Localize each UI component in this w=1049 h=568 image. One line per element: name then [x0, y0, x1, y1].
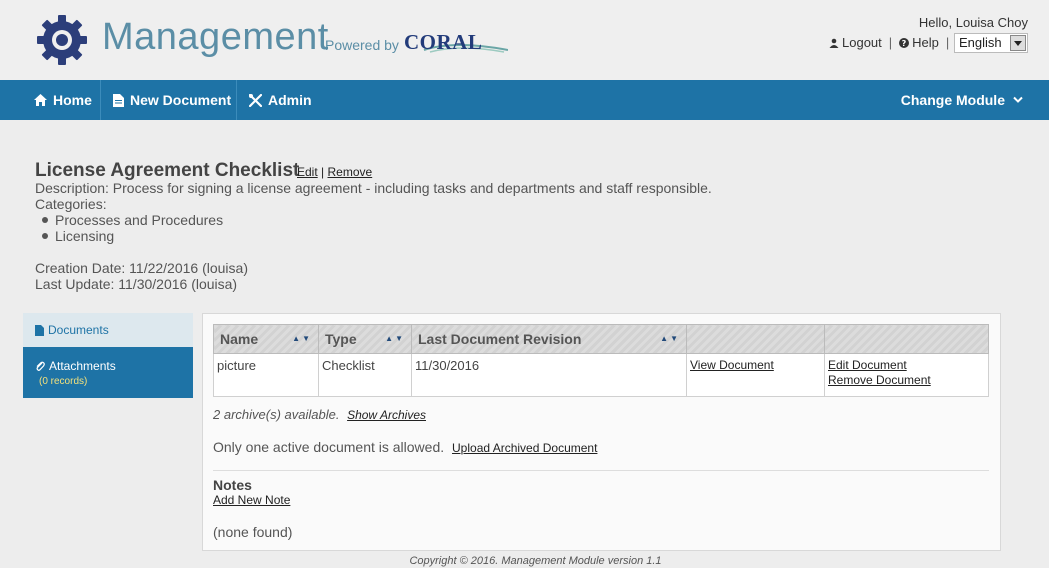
- cell-name: picture: [213, 353, 319, 397]
- category-item: Processes and Procedures: [41, 212, 224, 228]
- paperclip-icon: [36, 361, 45, 371]
- language-select[interactable]: English: [954, 33, 1028, 53]
- column-header-name[interactable]: Name ▲▼: [213, 324, 319, 354]
- sidebar-tab-documents[interactable]: Documents: [23, 313, 193, 347]
- document-icon: [113, 93, 124, 107]
- gear-logo-icon: [37, 15, 87, 65]
- table-header-row: Name ▲▼ Type ▲▼ Last Document Revision ▲…: [213, 324, 989, 354]
- help-label: Help: [912, 35, 939, 50]
- nav-new-document[interactable]: New Document: [113, 80, 231, 120]
- question-circle-icon: ?: [899, 37, 910, 48]
- cell-revision: 11/30/2016: [411, 353, 687, 397]
- page-title: License Agreement Checklist: [35, 160, 300, 181]
- cell-view: View Document: [686, 353, 825, 397]
- remove-document-link[interactable]: Remove Document: [828, 373, 985, 388]
- change-module-label: Change Module: [900, 92, 1005, 108]
- nav-divider: [236, 80, 237, 120]
- sort-arrows-icon[interactable]: ▲▼: [660, 334, 680, 343]
- sort-arrows-icon[interactable]: ▲▼: [385, 334, 405, 343]
- upload-info: Only one active document is allowed. Upl…: [213, 439, 597, 455]
- edit-link[interactable]: Edit: [297, 165, 318, 179]
- title-actions: Edit | Remove: [297, 165, 372, 179]
- upload-archived-document-link[interactable]: Upload Archived Document: [452, 441, 597, 455]
- top-header: Management Powered by CORAL Hello, Louis…: [0, 0, 1049, 80]
- nav-new-document-label: New Document: [130, 92, 232, 108]
- nav-home-label: Home: [53, 92, 92, 108]
- add-new-note-link[interactable]: Add New Note: [213, 493, 290, 507]
- main-navbar: Home New Document Admin Change Module: [0, 80, 1049, 120]
- category-item: Licensing: [41, 228, 223, 244]
- remove-link[interactable]: Remove: [328, 165, 373, 179]
- archives-info: 2 archive(s) available. Show Archives: [213, 407, 426, 422]
- user-greeting: Hello, Louisa Choy: [918, 15, 1028, 30]
- logout-link[interactable]: Logout: [829, 35, 882, 50]
- creation-date: Creation Date: 11/22/2016 (louisa): [35, 260, 248, 276]
- change-module-dropdown[interactable]: Change Module: [901, 80, 1023, 120]
- column-header-actions: [824, 324, 989, 354]
- logout-label: Logout: [842, 35, 882, 50]
- top-links: Logout | ? Help |: [829, 35, 956, 50]
- app-title: Management: [102, 16, 329, 58]
- tools-icon: [249, 93, 262, 107]
- svg-text:?: ?: [902, 39, 907, 48]
- help-link[interactable]: ? Help: [899, 35, 939, 50]
- link-separator: |: [945, 35, 950, 50]
- sort-arrows-icon[interactable]: ▲▼: [292, 334, 312, 343]
- attachments-count: (0 records): [39, 376, 88, 387]
- powered-by-label: Powered by: [325, 37, 399, 53]
- show-archives-link[interactable]: Show Archives: [347, 408, 426, 422]
- archives-text: 2 archive(s) available.: [213, 407, 340, 422]
- document-icon: [35, 324, 44, 336]
- language-value: English: [959, 35, 1002, 50]
- table-row: picture Checklist 11/30/2016 View Docume…: [213, 353, 989, 397]
- title-link-separator: |: [321, 165, 325, 179]
- column-header-type[interactable]: Type ▲▼: [318, 324, 412, 354]
- categories-list: Processes and Procedures Licensing: [41, 212, 224, 244]
- coral-brand-logo: CORAL: [404, 30, 483, 54]
- user-icon: [829, 38, 839, 48]
- footer-copyright: Copyright © 2016. Management Module vers…: [409, 555, 662, 567]
- nav-divider: [100, 80, 101, 120]
- last-update-date: Last Update: 11/30/2016 (louisa): [35, 276, 238, 292]
- sidebar-tab-attachments[interactable]: Attachments (0 records): [23, 347, 193, 398]
- chevron-down-icon[interactable]: [1010, 35, 1026, 51]
- column-header-last-revision[interactable]: Last Document Revision ▲▼: [411, 324, 687, 354]
- view-document-link[interactable]: View Document: [690, 358, 821, 373]
- nav-admin-label: Admin: [268, 92, 312, 108]
- link-separator: |: [888, 35, 893, 50]
- description-text: Description: Process for signing a licen…: [35, 180, 712, 196]
- categories-label: Categories:: [35, 196, 107, 212]
- edit-document-link[interactable]: Edit Document: [828, 358, 985, 373]
- sidebar-tab-attachments-label: Attachments: [49, 359, 116, 373]
- section-divider: [213, 470, 989, 471]
- column-header-view: [686, 324, 825, 354]
- notes-heading: Notes: [213, 477, 252, 493]
- notes-empty-text: (none found): [213, 524, 293, 540]
- documents-table: Name ▲▼ Type ▲▼ Last Document Revision ▲…: [213, 324, 989, 397]
- sidebar-tab-documents-label: Documents: [48, 323, 109, 337]
- home-icon: [34, 94, 47, 106]
- cell-actions: Edit Document Remove Document: [824, 353, 989, 397]
- nav-admin[interactable]: Admin: [249, 80, 312, 120]
- chevron-down-icon: [1013, 96, 1023, 103]
- documents-panel: Name ▲▼ Type ▲▼ Last Document Revision ▲…: [202, 313, 1001, 551]
- cell-type: Checklist: [318, 353, 412, 397]
- nav-home[interactable]: Home: [34, 80, 92, 120]
- upload-text: Only one active document is allowed.: [213, 439, 445, 455]
